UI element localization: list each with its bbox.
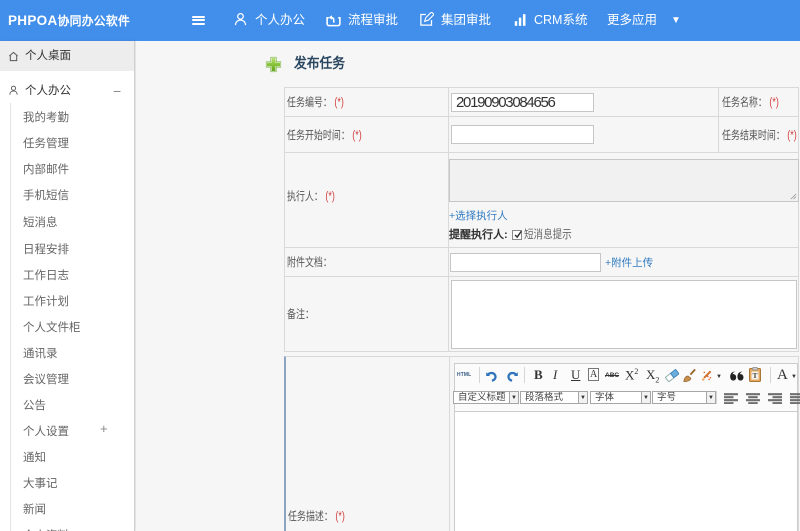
svg-text:T: T xyxy=(752,371,757,380)
